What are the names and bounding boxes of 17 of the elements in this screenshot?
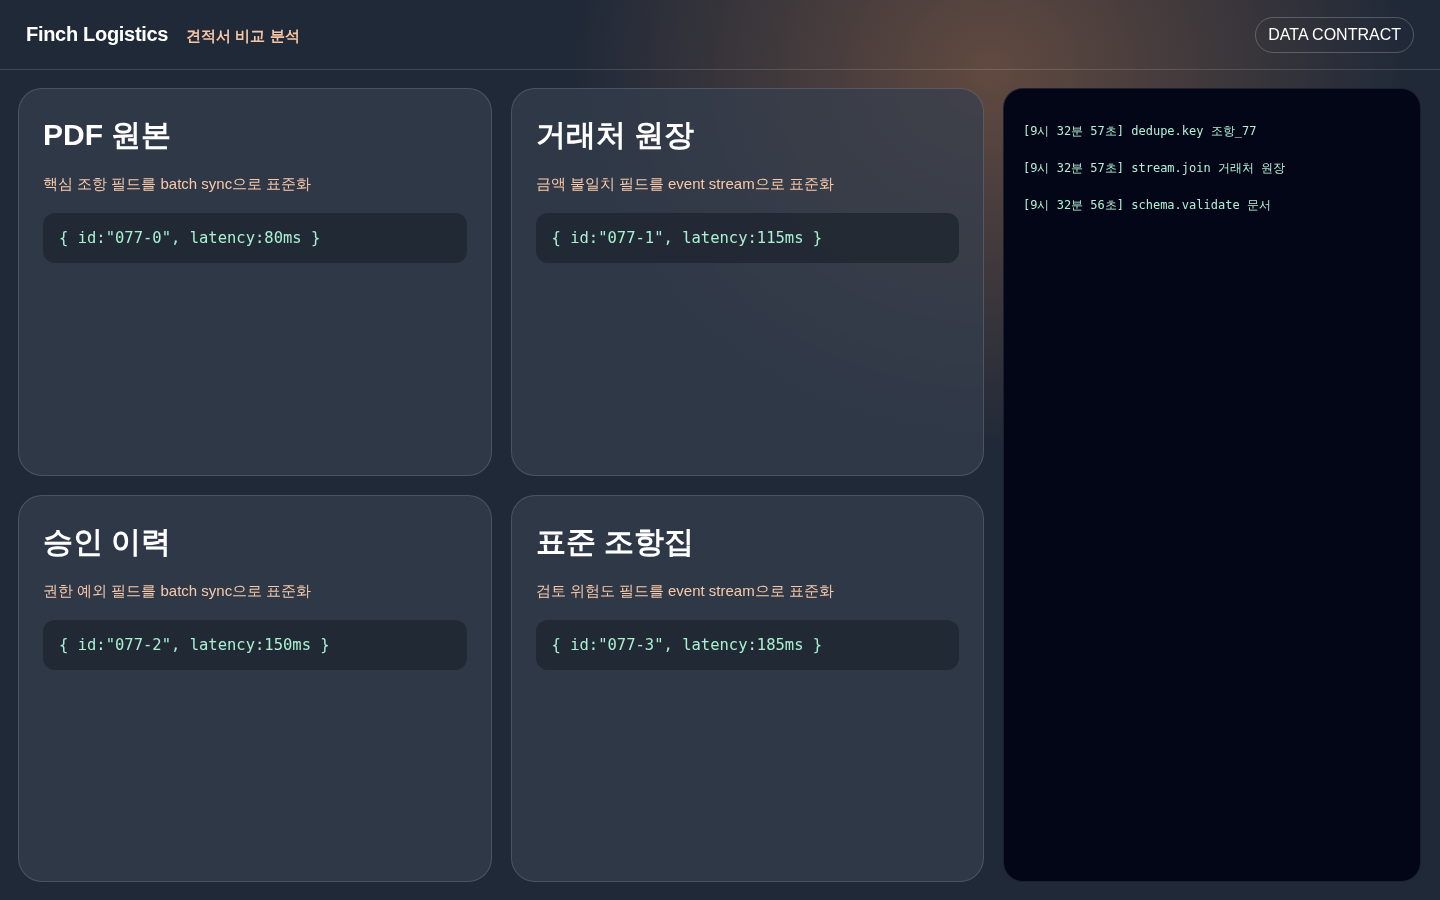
card-title: 표준 조항집: [535, 523, 695, 560]
code-snippet: { id:"077-3", latency:185ms }: [535, 619, 959, 670]
card-description: 권한 예외 필드를 batch sync으로 표준화: [43, 580, 313, 601]
code-snippet: { id:"077-2", latency:150ms }: [43, 619, 467, 670]
card-description: 검토 위험도 필드를 event stream으로 표준화: [535, 580, 835, 601]
brand-name: Finch Logistics: [26, 23, 169, 46]
log-line: [9시 32분 57초] stream.join 거래처 원장: [1023, 160, 1287, 176]
log-line: [9시 32분 57초] dedupe.key 조항_77: [1023, 123, 1258, 139]
card-title: 거래처 원장: [535, 117, 695, 153]
page-subtitle: 견적서 비교 분석: [186, 27, 300, 46]
card-description: 금액 불일치 필드를 event stream으로 표준화: [535, 174, 835, 194]
code-snippet: { id:"077-0", latency:80ms }: [43, 213, 467, 263]
code-snippet: { id:"077-1", latency:115ms }: [535, 213, 959, 263]
card-description: 핵심 조항 필드를 batch sync으로 표준화: [43, 174, 313, 194]
card-title: PDF 원본: [43, 117, 173, 153]
log-line: [9시 32분 56초] schema.validate 문서: [1023, 197, 1272, 213]
card-title: 승인 이력: [43, 523, 173, 560]
